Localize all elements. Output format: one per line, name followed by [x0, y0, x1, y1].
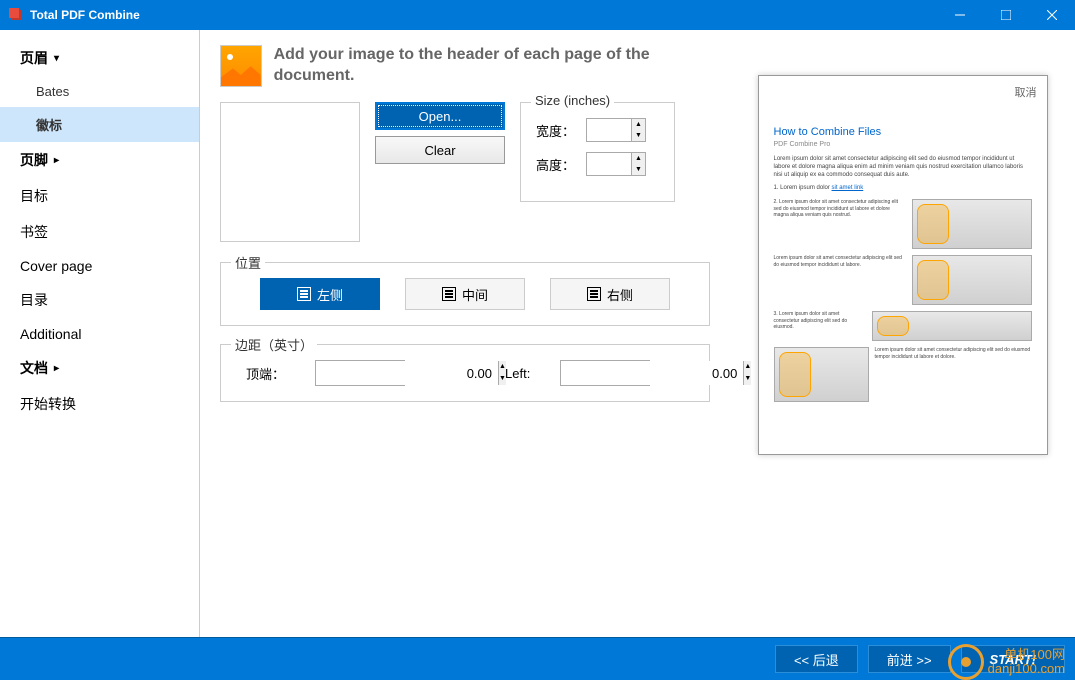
sidebar-item-destination[interactable]: 目标 — [0, 178, 199, 214]
window-title: Total PDF Combine — [30, 8, 937, 22]
preview-paragraph: 1. Lorem ipsum dolor sit amet link — [774, 185, 1032, 193]
preview-paragraph: Lorem ipsum dolor sit amet consectetur a… — [875, 347, 1032, 402]
position-center-button[interactable]: 中间 — [405, 278, 525, 310]
margin-group: 边距（英寸） 顶端： ▲▼ Left: ▲▼ — [220, 344, 710, 402]
spin-up-icon[interactable]: ▲ — [632, 153, 645, 164]
clear-button[interactable]: Clear — [375, 136, 505, 164]
position-left-button[interactable]: 左侧 — [260, 278, 380, 310]
image-preview-box — [220, 102, 360, 242]
height-spinner[interactable]: ▲▼ — [586, 152, 646, 176]
spin-down-icon[interactable]: ▼ — [744, 373, 751, 385]
image-icon — [220, 45, 262, 87]
chevron-right-icon: ▸ — [54, 363, 59, 374]
sidebar-header-page-header[interactable]: 页眉▾ — [0, 40, 199, 76]
document-preview: 取消 How to Combine Files PDF Combine Pro … — [758, 75, 1048, 455]
margin-left-input[interactable] — [561, 361, 743, 385]
maximize-button[interactable] — [983, 0, 1029, 30]
margin-top-spinner[interactable]: ▲▼ — [315, 360, 405, 386]
page-description: Add your image to the header of each pag… — [274, 45, 730, 87]
align-left-icon — [297, 287, 311, 301]
sidebar: 页眉▾ Bates 徽标 页脚▸ 目标 书签 Cover page 目录 Add… — [0, 30, 200, 637]
sidebar-item-cover-page[interactable]: Cover page — [0, 250, 199, 282]
titlebar: Total PDF Combine — [0, 0, 1075, 30]
preview-paragraph: 2. Lorem ipsum dolor sit amet consectetu… — [774, 199, 906, 249]
start-button[interactable]: START! — [961, 645, 1065, 673]
footer: << 后退 前进 >> START! — [0, 637, 1075, 680]
chevron-right-icon: ▸ — [54, 155, 59, 166]
width-input[interactable] — [587, 119, 631, 141]
chevron-down-icon: ▾ — [54, 53, 59, 64]
width-spinner[interactable]: ▲▼ — [586, 118, 646, 142]
preview-screenshot — [872, 311, 1032, 341]
close-button[interactable] — [1029, 0, 1075, 30]
preview-title: How to Combine Files — [774, 126, 1032, 138]
margin-left-spinner[interactable]: ▲▼ — [560, 360, 650, 386]
margin-top-label: 顶端： — [246, 364, 285, 383]
preview-cancel-label: 取消 — [1015, 84, 1037, 100]
position-group: 位置 左侧 中间 右侧 — [220, 262, 710, 326]
size-legend: Size (inches) — [531, 93, 614, 108]
spin-down-icon[interactable]: ▼ — [632, 164, 645, 175]
open-button[interactable]: Open... — [375, 102, 505, 130]
spin-up-icon[interactable]: ▲ — [744, 361, 751, 373]
preview-paragraph: Lorem ipsum dolor sit amet consectetur a… — [774, 156, 1032, 179]
position-right-button[interactable]: 右侧 — [550, 278, 670, 310]
preview-screenshot — [912, 199, 1032, 249]
back-button[interactable]: << 后退 — [775, 645, 858, 673]
sidebar-header-document[interactable]: 文档▸ — [0, 350, 199, 386]
preview-paragraph: 3. Lorem ipsum dolor sit amet consectetu… — [774, 311, 866, 341]
sidebar-item-toc[interactable]: 目录 — [0, 282, 199, 318]
minimize-button[interactable] — [937, 0, 983, 30]
sidebar-item-bookmarks[interactable]: 书签 — [0, 214, 199, 250]
margin-top-input[interactable] — [316, 361, 498, 385]
height-input[interactable] — [587, 153, 631, 175]
preview-paragraph: Lorem ipsum dolor sit amet consectetur a… — [774, 255, 906, 305]
preview-subtitle: PDF Combine Pro — [774, 141, 1032, 148]
margin-legend: 边距（英寸） — [231, 335, 317, 354]
sidebar-header-page-footer[interactable]: 页脚▸ — [0, 142, 199, 178]
preview-screenshot — [912, 255, 1032, 305]
spin-down-icon[interactable]: ▼ — [632, 130, 645, 141]
spin-up-icon[interactable]: ▲ — [632, 119, 645, 130]
position-legend: 位置 — [231, 253, 265, 272]
align-right-icon — [587, 287, 601, 301]
sidebar-item-additional[interactable]: Additional — [0, 318, 199, 350]
width-label: 宽度： — [536, 121, 586, 140]
sidebar-item-bates[interactable]: Bates — [0, 76, 199, 107]
sidebar-item-logo[interactable]: 徽标 — [0, 107, 199, 142]
forward-button[interactable]: 前进 >> — [868, 645, 951, 673]
app-icon — [8, 7, 24, 23]
align-center-icon — [442, 287, 456, 301]
sidebar-item-start-convert[interactable]: 开始转换 — [0, 386, 199, 422]
height-label: 高度： — [536, 155, 586, 174]
preview-screenshot — [774, 347, 869, 402]
margin-left-label: Left: — [505, 366, 530, 381]
size-group: Size (inches) 宽度： ▲▼ 高度： ▲▼ — [520, 102, 675, 202]
